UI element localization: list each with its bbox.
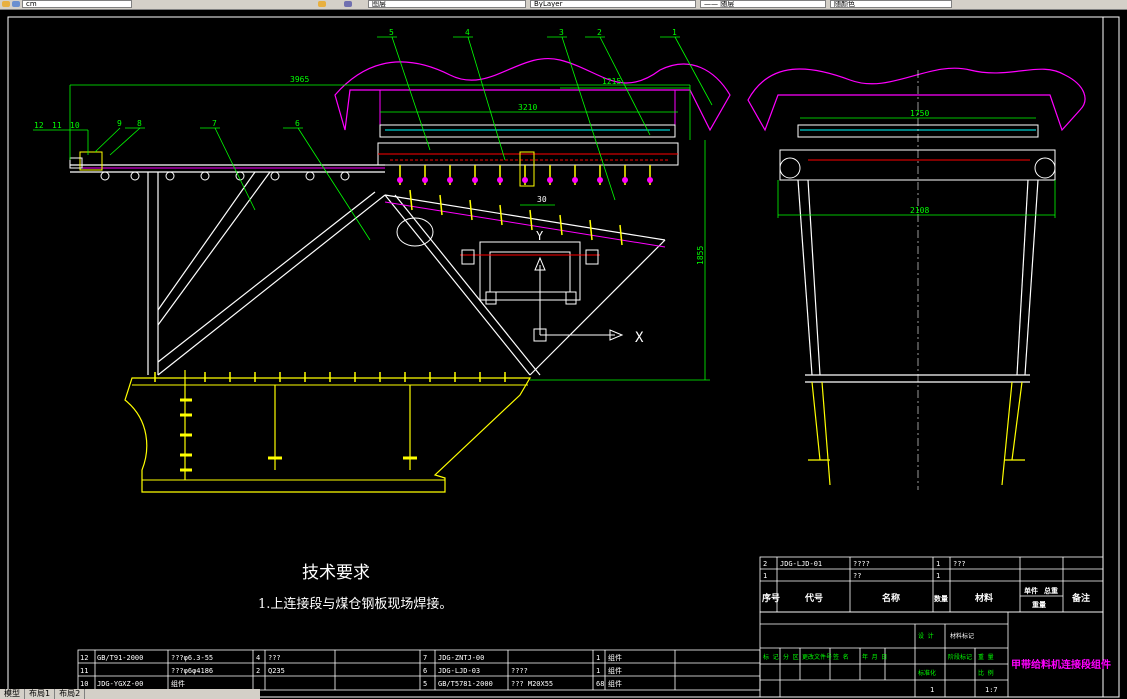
side-hopper: [747, 67, 1086, 132]
bom-l-r2-no2: 6: [423, 667, 427, 675]
bom-l-r1-mat2: 组件: [608, 653, 622, 662]
bom-r-row2-qty: 1: [936, 572, 940, 580]
axis-x-label: X: [635, 330, 644, 346]
bom-l-r3-mat2: 组件: [608, 679, 622, 688]
bom-h-weight: 重量: [1032, 600, 1046, 609]
tb-zones: 分 区: [783, 653, 799, 661]
tb-scale: 1:7: [985, 686, 998, 694]
drive-unit: [79, 151, 103, 171]
tab-model[interactable]: 模型: [0, 689, 25, 699]
tb-weight: 重 量: [978, 653, 994, 661]
dim-side-top: 1750: [910, 109, 929, 118]
balloon-4: 4: [465, 28, 470, 37]
tb-changes: 更改文件号: [802, 653, 832, 661]
bom-l-r2-qty2: 1: [596, 667, 600, 675]
bom-l-r2-code2: JDG-LJD-03: [438, 667, 480, 675]
bom-l-r1-qty: 4: [256, 654, 260, 662]
bom-h-mat: 材料: [974, 592, 993, 604]
bom-l-r1-no: 12: [80, 654, 88, 662]
notes-title: 技术要求: [302, 563, 370, 583]
bom-l-r1-no2: 7: [423, 654, 427, 662]
balloon-3: 3: [559, 28, 564, 37]
dim-total: 3965: [290, 75, 309, 84]
bom-h-unit: 单件: [1024, 586, 1038, 595]
hopper-outline: [334, 57, 731, 132]
bom-h-qty: 数量: [934, 594, 948, 603]
drawing-canvas[interactable]: X Y 3965 1215 3210 1855 30 1 2 3 4 5 6 7…: [0, 0, 1127, 699]
tb-mark: 标 记: [763, 653, 779, 661]
tb-sheet: 1: [930, 686, 934, 694]
balloon-5: 5: [389, 28, 394, 37]
tb-sign: 签 名: [833, 653, 849, 661]
balloon-7: 7: [212, 119, 217, 128]
bom-l-r2-name2: ????: [511, 667, 528, 675]
tb-date: 年 月 日: [862, 653, 887, 661]
layout-tabs: 模型 布局1 布局2: [0, 689, 260, 699]
bom-l-r3-qty2: 68: [596, 680, 604, 688]
tb-stage: 阶段标记: [948, 653, 972, 661]
balloon-8: 8: [137, 119, 142, 128]
ucs-icon: X Y: [533, 229, 644, 346]
dim-side-bottom: 2108: [910, 206, 929, 215]
balloon-10: 10: [70, 121, 80, 130]
bom-l-r1-qty2: 1: [596, 654, 600, 662]
dim-inner: 3210: [518, 103, 537, 112]
balloon-11: 11: [52, 121, 62, 130]
bom-l-r1-name: ???φ6.3-55: [171, 654, 213, 662]
bom-h-code: 代号: [804, 592, 823, 604]
bom-l-r3-name: 组件: [171, 679, 185, 688]
bom-h-name: 名称: [882, 592, 900, 604]
bom-l-r3-code2: GB/T5781-2000: [438, 680, 493, 688]
bom-h-no: 序号: [762, 592, 780, 604]
bom-r-row1-mat: ???: [953, 560, 966, 568]
tab-layout2[interactable]: 布局2: [55, 689, 86, 699]
bom-l-r2-mat: Q235: [268, 667, 285, 675]
bom-r-row1-name: ????: [853, 560, 870, 568]
belt-frame: [379, 124, 676, 138]
side-belt-frame: [779, 149, 1056, 181]
bom-r-row1-no: 2: [763, 560, 767, 568]
dim-height: 1855: [696, 246, 705, 265]
support-frame: [147, 171, 666, 376]
drawing-frame: [7, 16, 1120, 698]
balloon-12: 12: [34, 121, 44, 130]
dimension-lines: [69, 84, 710, 381]
bom-l-r1-mat: ???: [268, 654, 281, 662]
balloon-6: 6: [295, 119, 300, 128]
dim-top-right: 1215: [602, 77, 621, 86]
balloon-2: 2: [597, 28, 602, 37]
side-bunker: [808, 381, 1025, 486]
tab-layout1[interactable]: 布局1: [25, 689, 56, 699]
bom-l-r3-no: 10: [80, 680, 88, 688]
bom-l-r3-code: JDG-YGXZ-00: [97, 680, 143, 688]
drawing-title: 甲带给料机连接段组件: [1011, 658, 1111, 671]
bom-l-r1-code: GB/T91-2000: [97, 654, 143, 662]
dim-small: 30: [537, 195, 547, 204]
bom-r-row1-qty: 1: [936, 560, 940, 568]
notes-line1: 1.上连接段与煤仓钢板现场焊接。: [258, 596, 452, 612]
tb-matmark: 材料标记: [950, 632, 974, 640]
bom-l-r2-no: 11: [80, 667, 88, 675]
bom-l-r2-name: ???φ6φ4186: [171, 667, 213, 675]
bom-r-row2-no: 1: [763, 572, 767, 580]
bom-r-row2-name: ??: [853, 572, 861, 580]
bom-l-r2-qty: 2: [256, 667, 260, 675]
tb-standard: 标准化: [918, 669, 936, 677]
balloon-9: 9: [117, 119, 122, 128]
tb-scale-label: 比 例: [978, 669, 994, 677]
bracket-block: [479, 241, 581, 301]
axis-y-label: Y: [536, 229, 544, 243]
bom-h-total: 总重: [1044, 586, 1058, 595]
bom-l-r3-name2: ??? M20X55: [511, 680, 553, 688]
bom-l-r1-code2: JDG-ZNTJ-00: [438, 654, 484, 662]
bom-l-r3-no2: 5: [423, 680, 427, 688]
tb-design: 设 计: [918, 632, 934, 640]
bom-h-remark: 备注: [1071, 592, 1090, 604]
bom-r-row1-code: JDG-LJD-01: [780, 560, 822, 568]
balloon-1: 1: [672, 28, 677, 37]
bom-l-r2-mat2: 组件: [608, 666, 622, 675]
